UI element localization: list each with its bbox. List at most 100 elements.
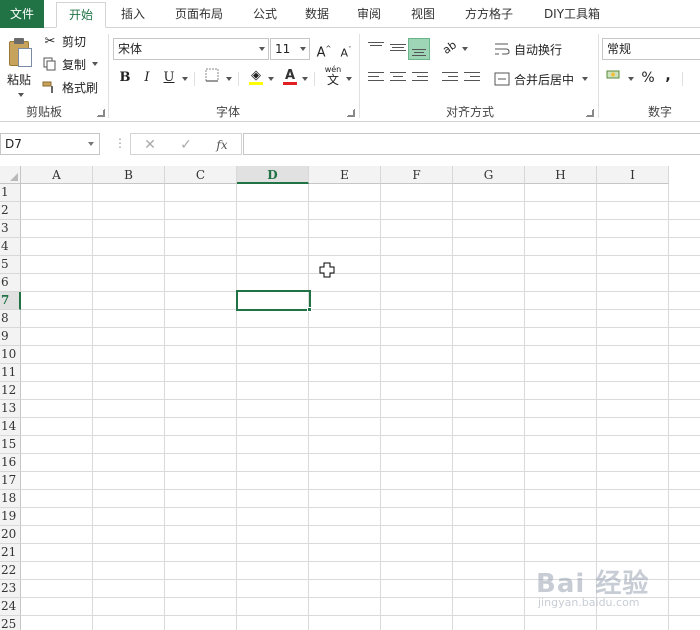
row-header-15[interactable]: 15 [0, 436, 21, 454]
copy-icon [42, 56, 58, 72]
column-header-g[interactable]: G [453, 166, 525, 184]
phonetic-dropdown-icon[interactable] [346, 77, 352, 81]
row-header-3[interactable]: 3 [0, 220, 21, 238]
merge-center-dropdown-icon[interactable] [582, 77, 589, 81]
row-header-24[interactable]: 24 [0, 598, 21, 616]
tab-home[interactable]: 开始 [56, 2, 106, 28]
column-header-d[interactable]: D [237, 166, 309, 184]
border-dropdown-icon[interactable] [226, 77, 232, 81]
paste-label: 粘贴 [7, 73, 32, 87]
phonetic-button[interactable]: wén 文 [322, 64, 344, 90]
row-header-19[interactable]: 19 [0, 508, 21, 526]
tab-fangfang[interactable]: 方方格子 [456, 2, 522, 28]
row-header-14[interactable]: 14 [0, 418, 21, 436]
row-header-25[interactable]: 25 [0, 616, 21, 630]
italic-button[interactable]: I [137, 68, 157, 88]
ribbon: 粘贴 ✂ 剪切 复制 格式刷 剪贴板 宋体 11 A^ Aˇ B I U ◈ A… [0, 28, 700, 122]
row-header-1[interactable]: 1 [0, 184, 21, 202]
decrease-indent-button[interactable] [440, 68, 460, 88]
column-header-e[interactable]: E [309, 166, 381, 184]
row-header-21[interactable]: 21 [0, 544, 21, 562]
align-right-button[interactable] [410, 68, 430, 88]
font-name-select[interactable]: 宋体 [113, 38, 269, 60]
orientation-button[interactable]: ab [440, 38, 460, 58]
underline-button[interactable]: U [159, 68, 179, 88]
watermark-text: Bai 经验 [536, 569, 650, 599]
row-header-5[interactable]: 5 [0, 256, 21, 274]
row-header-22[interactable]: 22 [0, 562, 21, 580]
row-header-9[interactable]: 9 [0, 328, 21, 346]
copy-button[interactable]: 复制 [42, 55, 99, 73]
row-header-10[interactable]: 10 [0, 346, 21, 364]
wrap-text-button[interactable]: 自动换行 [494, 40, 562, 58]
format-painter-button[interactable]: 格式刷 [42, 78, 98, 96]
align-middle-button[interactable] [388, 38, 408, 58]
increase-indent-button[interactable] [462, 68, 482, 88]
insert-function-icon[interactable]: fx [209, 135, 235, 155]
tab-insert[interactable]: 插入 [110, 2, 156, 28]
font-launcher-icon[interactable] [347, 109, 355, 117]
tab-page-layout[interactable]: 页面布局 [164, 2, 234, 28]
alignment-launcher-icon[interactable] [586, 109, 594, 117]
cancel-icon[interactable]: ✕ [137, 135, 163, 155]
row-header-20[interactable]: 20 [0, 526, 21, 544]
tab-data[interactable]: 数据 [294, 2, 340, 28]
name-box[interactable]: D7 [0, 133, 100, 155]
paste-dropdown-icon[interactable] [18, 93, 24, 97]
tab-formulas[interactable]: 公式 [242, 2, 288, 28]
clipboard-launcher-icon[interactable] [97, 109, 105, 117]
fill-color-button[interactable]: ◈ [246, 66, 266, 86]
percent-button[interactable]: % [638, 68, 658, 88]
tab-view[interactable]: 视图 [398, 2, 448, 28]
align-center-button[interactable] [388, 68, 408, 88]
row-header-18[interactable]: 18 [0, 490, 21, 508]
font-color-button[interactable]: A [280, 66, 300, 86]
row-header-4[interactable]: 4 [0, 238, 21, 256]
align-left-button[interactable] [366, 68, 386, 88]
copy-dropdown-icon[interactable] [92, 62, 99, 66]
enter-icon[interactable]: ✓ [173, 135, 199, 155]
column-header-f[interactable]: F [381, 166, 453, 184]
select-all-button[interactable] [0, 166, 21, 184]
font-color-dropdown-icon[interactable] [302, 77, 308, 81]
row-header-16[interactable]: 16 [0, 454, 21, 472]
bold-button[interactable]: B [115, 68, 135, 88]
increase-font-size-button[interactable]: A^ [314, 39, 334, 60]
row-header-8[interactable]: 8 [0, 310, 21, 328]
row-header-6[interactable]: 6 [0, 274, 21, 292]
column-header-a[interactable]: A [21, 166, 93, 184]
active-cell-d7[interactable] [236, 290, 311, 311]
number-format-select[interactable]: 常规 [602, 38, 700, 60]
row-header-13[interactable]: 13 [0, 400, 21, 418]
underline-dropdown-icon[interactable] [182, 77, 188, 81]
tab-review[interactable]: 审阅 [346, 2, 392, 28]
formula-bar-splitter[interactable]: ⋮ [114, 136, 126, 150]
tab-file[interactable]: 文件 [0, 0, 44, 28]
orientation-dropdown-icon[interactable] [462, 47, 468, 51]
row-header-2[interactable]: 2 [0, 202, 21, 220]
comma-button[interactable]: , [658, 66, 678, 86]
fill-color-dropdown-icon[interactable] [268, 77, 274, 81]
align-bottom-button[interactable] [408, 38, 430, 60]
row-header-12[interactable]: 12 [0, 382, 21, 400]
font-size-select[interactable]: 11 [270, 38, 310, 60]
tab-diy-toolbox[interactable]: DIY工具箱 [532, 2, 612, 28]
merge-center-button[interactable]: 合并后居中 [494, 70, 589, 88]
column-header-b[interactable]: B [93, 166, 165, 184]
align-top-button[interactable] [366, 38, 386, 58]
decrease-font-size-button[interactable]: Aˇ [336, 40, 356, 60]
column-header-c[interactable]: C [165, 166, 237, 184]
formula-input[interactable] [243, 133, 700, 155]
row-header-11[interactable]: 11 [0, 364, 21, 382]
column-header-i[interactable]: I [597, 166, 669, 184]
fill-handle[interactable] [307, 307, 312, 312]
column-header-h[interactable]: H [525, 166, 597, 184]
paste-button[interactable]: 粘贴 [2, 32, 36, 92]
row-header-7[interactable]: 7 [0, 292, 21, 310]
row-header-23[interactable]: 23 [0, 580, 21, 598]
accounting-format-button[interactable] [604, 68, 624, 88]
border-button[interactable] [202, 68, 222, 88]
row-header-17[interactable]: 17 [0, 472, 21, 490]
accounting-dropdown-icon[interactable] [628, 77, 634, 81]
cut-button[interactable]: ✂ 剪切 [42, 32, 86, 50]
